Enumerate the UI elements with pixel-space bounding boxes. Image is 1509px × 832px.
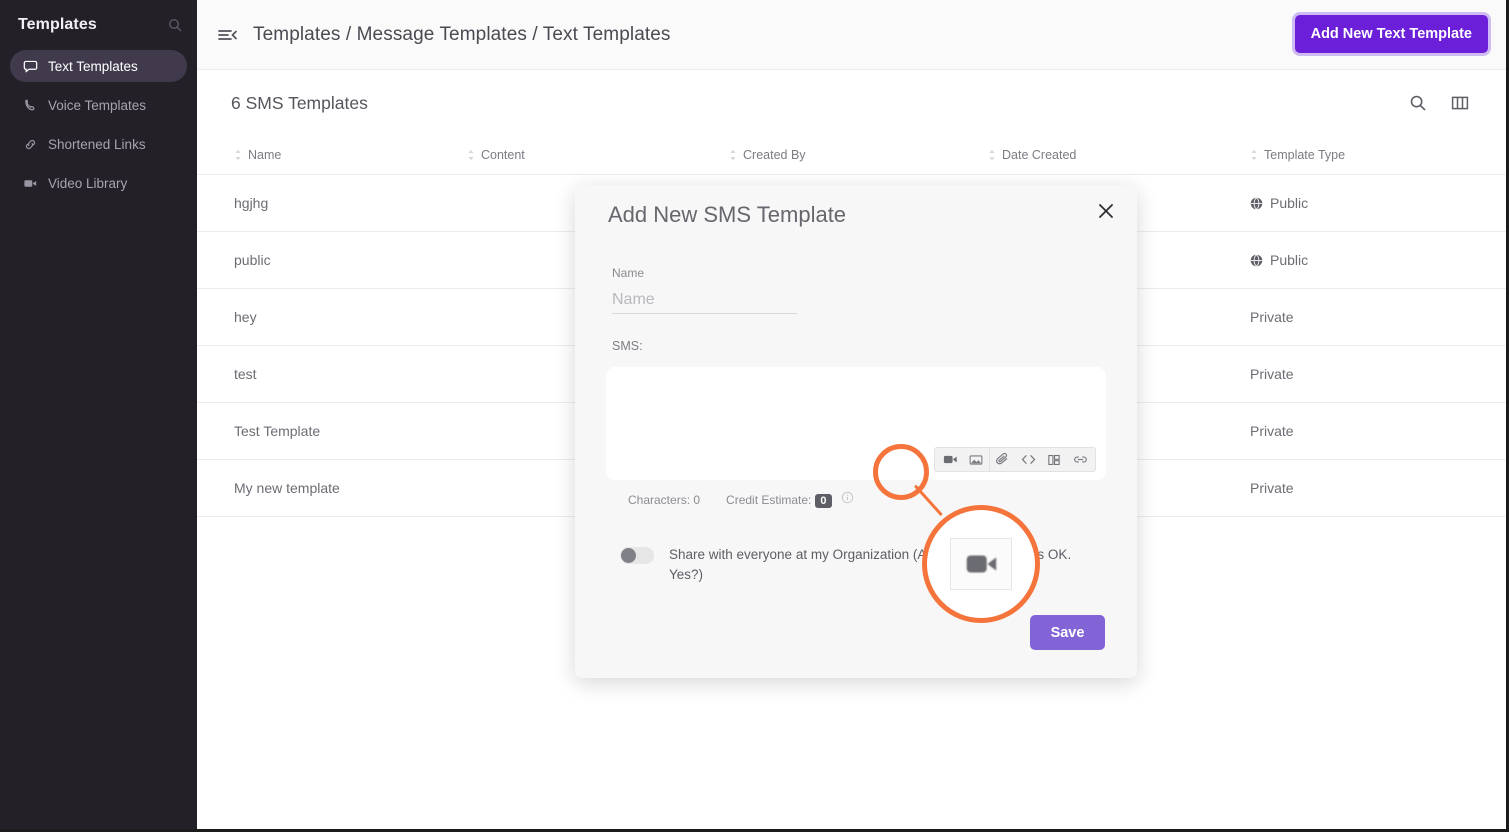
cell-template-type: Private	[1250, 459, 1506, 517]
cell-template-type: Public	[1250, 174, 1506, 232]
sidebar-nav: Text Templates Voice Templates Shortened…	[0, 50, 197, 199]
cell-name: public	[197, 231, 467, 289]
cell-template-type: Private	[1250, 402, 1506, 460]
paperclip-icon[interactable]	[989, 448, 1015, 471]
sort-arrows-icon	[234, 149, 242, 161]
app-root: Templates Text Templates Voice Templates…	[0, 0, 1509, 832]
share-label: Share with everyone at my Organization (…	[669, 547, 1072, 582]
status-badge: Private	[1250, 480, 1294, 496]
column-header-label: Name	[248, 148, 282, 162]
editor-toolbar	[934, 447, 1096, 472]
image-icon[interactable]	[963, 448, 989, 471]
column-header-created-by[interactable]: Created By	[729, 136, 988, 175]
list-header: 6 SMS Templates	[197, 70, 1506, 136]
page-title: 6 SMS Templates	[231, 92, 368, 113]
cell-name: Test Template	[197, 402, 467, 460]
main-content: Templates / Message Templates / Text Tem…	[197, 0, 1506, 829]
sort-arrows-icon	[988, 149, 996, 161]
editor-counters: Characters: 0 Credit Estimate: 0	[575, 491, 1137, 508]
close-icon[interactable]	[1096, 201, 1116, 221]
sidebar-item-label: Voice Templates	[48, 97, 147, 113]
cell-template-type: Private	[1250, 345, 1506, 403]
dialog-title: Add New SMS Template	[608, 202, 847, 227]
sidebar-item-label: Shortened Links	[48, 136, 146, 152]
add-new-text-template-button[interactable]: Add New Text Template	[1294, 15, 1488, 53]
status-badge: Private	[1250, 366, 1294, 382]
columns-icon[interactable]	[1450, 93, 1470, 113]
sidebar-header: Templates	[0, 0, 197, 44]
column-header-content[interactable]: Content	[467, 136, 729, 175]
cell-name: hgjhg	[197, 174, 467, 232]
sidebar-item-voice-templates[interactable]: Voice Templates	[10, 89, 187, 121]
share-toggle[interactable]	[620, 547, 654, 564]
video-camera-icon	[22, 175, 38, 191]
sms-editor[interactable]	[606, 367, 1106, 480]
sidebar: Templates Text Templates Voice Templates…	[0, 0, 197, 829]
cell-name: hey	[197, 288, 467, 346]
share-with-organization-row: Share with everyone at my Organization (…	[620, 545, 1090, 585]
search-icon[interactable]	[167, 17, 183, 33]
sms-field-label: SMS:	[612, 339, 643, 353]
top-bar: Templates / Message Templates / Text Tem…	[197, 0, 1506, 70]
toggle-knob	[621, 548, 636, 563]
characters-count: Characters: 0	[628, 492, 701, 507]
name-input[interactable]	[612, 286, 797, 314]
info-icon[interactable]	[841, 491, 854, 507]
column-header-name[interactable]: Name	[197, 136, 467, 175]
code-icon[interactable]	[1015, 448, 1041, 471]
link-icon	[22, 136, 38, 152]
credit-estimate-value: 0	[815, 494, 832, 508]
sort-arrows-icon	[1250, 149, 1258, 161]
add-sms-template-dialog: Add New SMS Template Name SMS:	[575, 185, 1137, 678]
chat-bubble-icon	[22, 58, 38, 74]
status-badge: Private	[1250, 423, 1294, 439]
layout-template-icon[interactable]	[1041, 448, 1067, 471]
column-header-label: Date Created	[1002, 148, 1077, 162]
search-icon[interactable]	[1408, 93, 1428, 113]
link-icon[interactable]	[1067, 448, 1093, 471]
column-header-label: Template Type	[1264, 148, 1346, 162]
cell-name: My new template	[197, 459, 467, 517]
cell-template-type: Public	[1250, 231, 1506, 289]
cell-template-type: Private	[1250, 288, 1506, 346]
table-header-row: Name Content Created By Date Created Tem…	[197, 136, 1506, 175]
sidebar-title: Templates	[18, 16, 97, 33]
sort-arrows-icon	[729, 149, 737, 161]
status-badge: Public	[1270, 195, 1309, 211]
table-head: Name Content Created By Date Created Tem…	[197, 136, 1506, 175]
status-badge: Private	[1250, 309, 1294, 325]
sidebar-item-text-templates[interactable]: Text Templates	[10, 50, 187, 82]
name-field-label: Name	[612, 266, 645, 280]
sidebar-item-shortened-links[interactable]: Shortened Links	[10, 128, 187, 160]
column-header-date-created[interactable]: Date Created	[988, 136, 1250, 175]
breadcrumb: Templates / Message Templates / Text Tem…	[253, 23, 671, 45]
status-badge: Public	[1270, 252, 1309, 268]
column-header-template-type[interactable]: Template Type	[1250, 136, 1506, 175]
globe-icon	[1250, 253, 1263, 267]
sidebar-item-label: Video Library	[48, 175, 128, 191]
video-camera-icon[interactable]	[937, 448, 963, 471]
phone-icon	[22, 97, 38, 113]
sidebar-item-label: Text Templates	[48, 58, 138, 74]
sidebar-item-video-library[interactable]: Video Library	[10, 167, 187, 199]
credit-estimate-label: Credit Estimate:	[726, 493, 812, 507]
sort-arrows-icon	[467, 149, 475, 161]
hamburger-collapse-icon[interactable]	[217, 24, 239, 46]
globe-icon	[1250, 196, 1263, 210]
column-header-label: Content	[481, 148, 525, 162]
credit-estimate: Credit Estimate: 0	[726, 491, 854, 508]
list-toolbar	[1408, 93, 1470, 113]
cell-name: test	[197, 345, 467, 403]
column-header-label: Created By	[743, 148, 806, 162]
save-button[interactable]: Save	[1030, 615, 1105, 650]
